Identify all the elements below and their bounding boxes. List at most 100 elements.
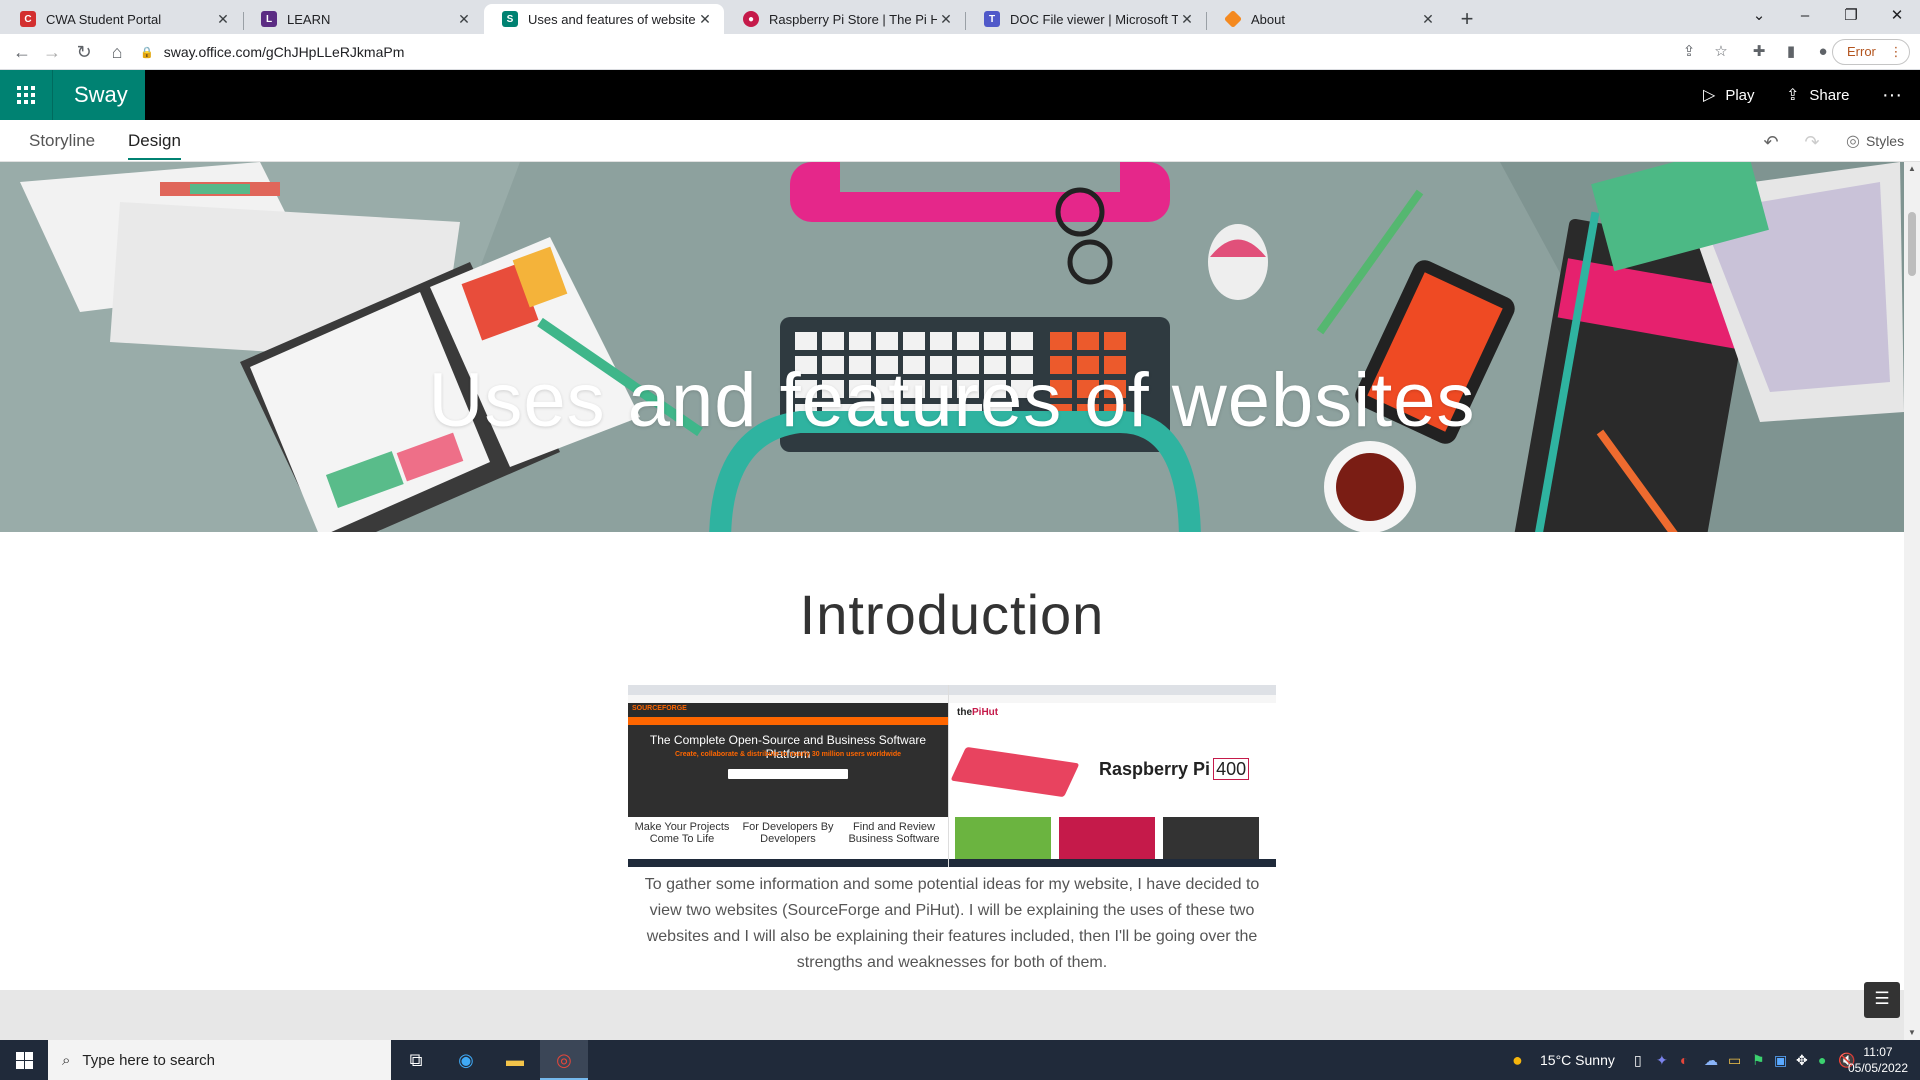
close-tab-icon[interactable]: ✕ bbox=[937, 11, 955, 28]
close-tab-icon[interactable]: ✕ bbox=[214, 11, 232, 28]
chrome-browser-icon[interactable]: ◎ bbox=[540, 1040, 588, 1080]
sourceforge-column-title: Make Your Projects Come To Life bbox=[634, 821, 730, 845]
tab-title: DOC File viewer | Microsoft Team bbox=[1010, 11, 1178, 27]
tray-icon-security[interactable]: ● bbox=[1818, 1040, 1826, 1080]
address-bar[interactable]: 🔒 sway.office.com/gChJHpLLeRJkmaPm bbox=[140, 37, 1770, 67]
clock-date: 05/05/2022 bbox=[1847, 1061, 1909, 1075]
pihut-screenshot: thePiHut Raspberry Pi 400 bbox=[948, 685, 1276, 867]
weather-sun-icon[interactable]: ● bbox=[1512, 1040, 1523, 1080]
close-tab-icon[interactable]: ✕ bbox=[696, 11, 714, 28]
scroll-up-arrow-icon[interactable]: ▲ bbox=[1904, 162, 1920, 176]
pihut-logo: thePiHut bbox=[957, 707, 998, 718]
forward-arrow-icon[interactable]: → bbox=[38, 38, 66, 66]
palette-icon: ◎ bbox=[1846, 133, 1860, 150]
browser-tab-sway[interactable]: S Uses and features of websites ✕ bbox=[484, 4, 724, 34]
tab-design[interactable]: Design bbox=[128, 120, 181, 162]
cwa-portal-icon: C bbox=[20, 11, 36, 27]
browser-tab-pihut[interactable]: ● Raspberry Pi Store | The Pi Hut ✕ bbox=[725, 4, 965, 34]
share-icon: ⇪ bbox=[1786, 87, 1800, 104]
pihut-product-title: Raspberry Pi 400 bbox=[1099, 758, 1250, 780]
tab-search-chevron-icon[interactable]: ⌄ bbox=[1736, 0, 1782, 34]
scroll-down-arrow-icon[interactable]: ▼ bbox=[1904, 1026, 1920, 1040]
tray-icon-app[interactable]: ◐ bbox=[1680, 1040, 1688, 1080]
close-tab-icon[interactable]: ✕ bbox=[1419, 11, 1437, 28]
weather-text[interactable]: 15°C Sunny bbox=[1540, 1040, 1615, 1080]
share-page-icon[interactable]: ⇪ bbox=[1676, 39, 1702, 65]
close-tab-icon[interactable]: ✕ bbox=[1178, 11, 1196, 28]
sourceforge-screenshot: SOURCEFORGE The Complete Open-Source and… bbox=[628, 685, 948, 867]
task-view-icon[interactable]: ⧉ bbox=[392, 1040, 440, 1080]
play-label: Play bbox=[1725, 86, 1755, 104]
search-placeholder: Type here to search bbox=[82, 1051, 215, 1069]
teams-icon: T bbox=[984, 11, 1000, 27]
browser-tab-learn[interactable]: L LEARN ✕ bbox=[243, 4, 483, 34]
undo-icon[interactable]: ↶ bbox=[1759, 130, 1783, 154]
profile-error-button[interactable]: Error ⋮ bbox=[1832, 39, 1910, 65]
sway-subheader: Storyline Design ↶ ↷ ◎ Styles bbox=[0, 120, 1920, 162]
browser-tab-cwa-student-portal[interactable]: C CWA Student Portal ✕ bbox=[2, 4, 242, 34]
sourceforge-search-box bbox=[728, 769, 848, 779]
tab-title: LEARN bbox=[287, 11, 331, 27]
windows-start-icon[interactable] bbox=[0, 1040, 48, 1080]
close-window-button[interactable]: ✕ bbox=[1874, 0, 1920, 34]
tray-icon-network[interactable]: ✥ bbox=[1796, 1040, 1808, 1080]
sway-title[interactable]: Uses and features of websites bbox=[0, 357, 1904, 444]
share-label: Share bbox=[1809, 86, 1850, 104]
title-card-hero-image: Uses and features of websites bbox=[0, 162, 1904, 532]
pihut-logo-name: PiHut bbox=[972, 707, 999, 718]
extensions-puzzle-icon[interactable]: ✚ bbox=[1746, 39, 1772, 65]
sway-app-header: Sway ▷ Play ⇪ Share ··· bbox=[0, 70, 1920, 120]
back-arrow-icon[interactable]: ← bbox=[8, 38, 36, 66]
play-icon: ▷ bbox=[1703, 87, 1716, 104]
lock-icon: 🔒 bbox=[140, 46, 154, 59]
tab-storyline[interactable]: Storyline bbox=[29, 120, 95, 162]
sourceforge-logo: SOURCEFORGE bbox=[632, 705, 687, 712]
search-icon: ⌕ bbox=[62, 1051, 71, 1069]
teams-tray-icon[interactable]: ✦ bbox=[1656, 1040, 1668, 1080]
reload-icon[interactable]: ↻ bbox=[70, 38, 98, 66]
bookmark-star-icon[interactable]: ☆ bbox=[1708, 39, 1734, 65]
browser-toolbar: ← → ↻ ⌂ 🔒 sway.office.com/gChJHpLLeRJkma… bbox=[0, 34, 1920, 70]
learn-icon: L bbox=[261, 11, 277, 27]
more-options-icon[interactable]: ··· bbox=[1882, 70, 1902, 120]
taskbar-search-box[interactable]: ⌕ Type here to search bbox=[48, 1040, 391, 1080]
share-button[interactable]: ⇪ Share bbox=[1786, 70, 1849, 120]
tray-icon-flag[interactable]: ⚑ bbox=[1752, 1040, 1765, 1080]
taskbar-clock[interactable]: 11:07 05/05/2022 bbox=[1838, 1044, 1918, 1076]
section-heading-introduction[interactable]: Introduction bbox=[0, 582, 1904, 647]
redo-icon[interactable]: ↷ bbox=[1800, 130, 1824, 154]
sourceforge-column-title: Find and Review Business Software bbox=[848, 821, 940, 845]
sourceforge-subline: Create, collaborate & distribute to near… bbox=[674, 751, 901, 758]
tray-icon-usb[interactable]: ▯ bbox=[1634, 1040, 1642, 1080]
edge-browser-icon[interactable]: ◉ bbox=[442, 1040, 490, 1080]
play-button[interactable]: ▷ Play bbox=[1703, 70, 1755, 120]
navigation-pane-icon[interactable]: ☰ bbox=[1864, 982, 1900, 1018]
sourceforge-column-title: For Developers By Developers bbox=[742, 821, 834, 845]
scrollbar-thumb[interactable] bbox=[1908, 212, 1916, 276]
restore-button[interactable]: ❐ bbox=[1828, 0, 1874, 34]
pihut-product-name: Raspberry Pi bbox=[1099, 759, 1211, 779]
introduction-paragraph[interactable]: To gather some information and some pote… bbox=[628, 872, 1276, 976]
sway-brand[interactable]: Sway bbox=[52, 70, 145, 120]
new-tab-button[interactable]: + bbox=[1453, 6, 1481, 34]
home-icon[interactable]: ⌂ bbox=[103, 38, 131, 66]
website-screenshots-image[interactable]: SOURCEFORGE The Complete Open-Source and… bbox=[628, 685, 1276, 867]
vertical-scrollbar[interactable] bbox=[1904, 162, 1920, 1040]
browser-tab-teams[interactable]: T DOC File viewer | Microsoft Team ✕ bbox=[966, 4, 1206, 34]
browser-tab-about[interactable]: About ✕ bbox=[1207, 4, 1447, 34]
error-label: Error bbox=[1847, 44, 1876, 59]
styles-button[interactable]: ◎ Styles bbox=[1846, 120, 1904, 162]
about-icon bbox=[1223, 9, 1243, 29]
app-launcher-waffle-icon[interactable] bbox=[0, 70, 52, 120]
file-explorer-icon[interactable]: ▬ bbox=[491, 1040, 539, 1080]
desk-illustration bbox=[0, 162, 1904, 532]
side-panel-icon[interactable]: ▮ bbox=[1778, 39, 1804, 65]
minimize-button[interactable]: – bbox=[1782, 0, 1828, 34]
tab-title: Uses and features of websites bbox=[528, 11, 696, 27]
tray-icon-folder[interactable]: ▭ bbox=[1728, 1040, 1741, 1080]
tray-icon-rm[interactable]: ▣ bbox=[1774, 1040, 1787, 1080]
browser-tab-strip: C CWA Student Portal ✕ L LEARN ✕ S Uses … bbox=[0, 0, 1920, 34]
close-tab-icon[interactable]: ✕ bbox=[455, 11, 473, 28]
windows-taskbar: ⌕ Type here to search ⧉ ◉ ▬ ◎ ● 15°C Sun… bbox=[0, 1040, 1920, 1080]
onedrive-tray-icon[interactable]: ☁ bbox=[1704, 1040, 1718, 1080]
